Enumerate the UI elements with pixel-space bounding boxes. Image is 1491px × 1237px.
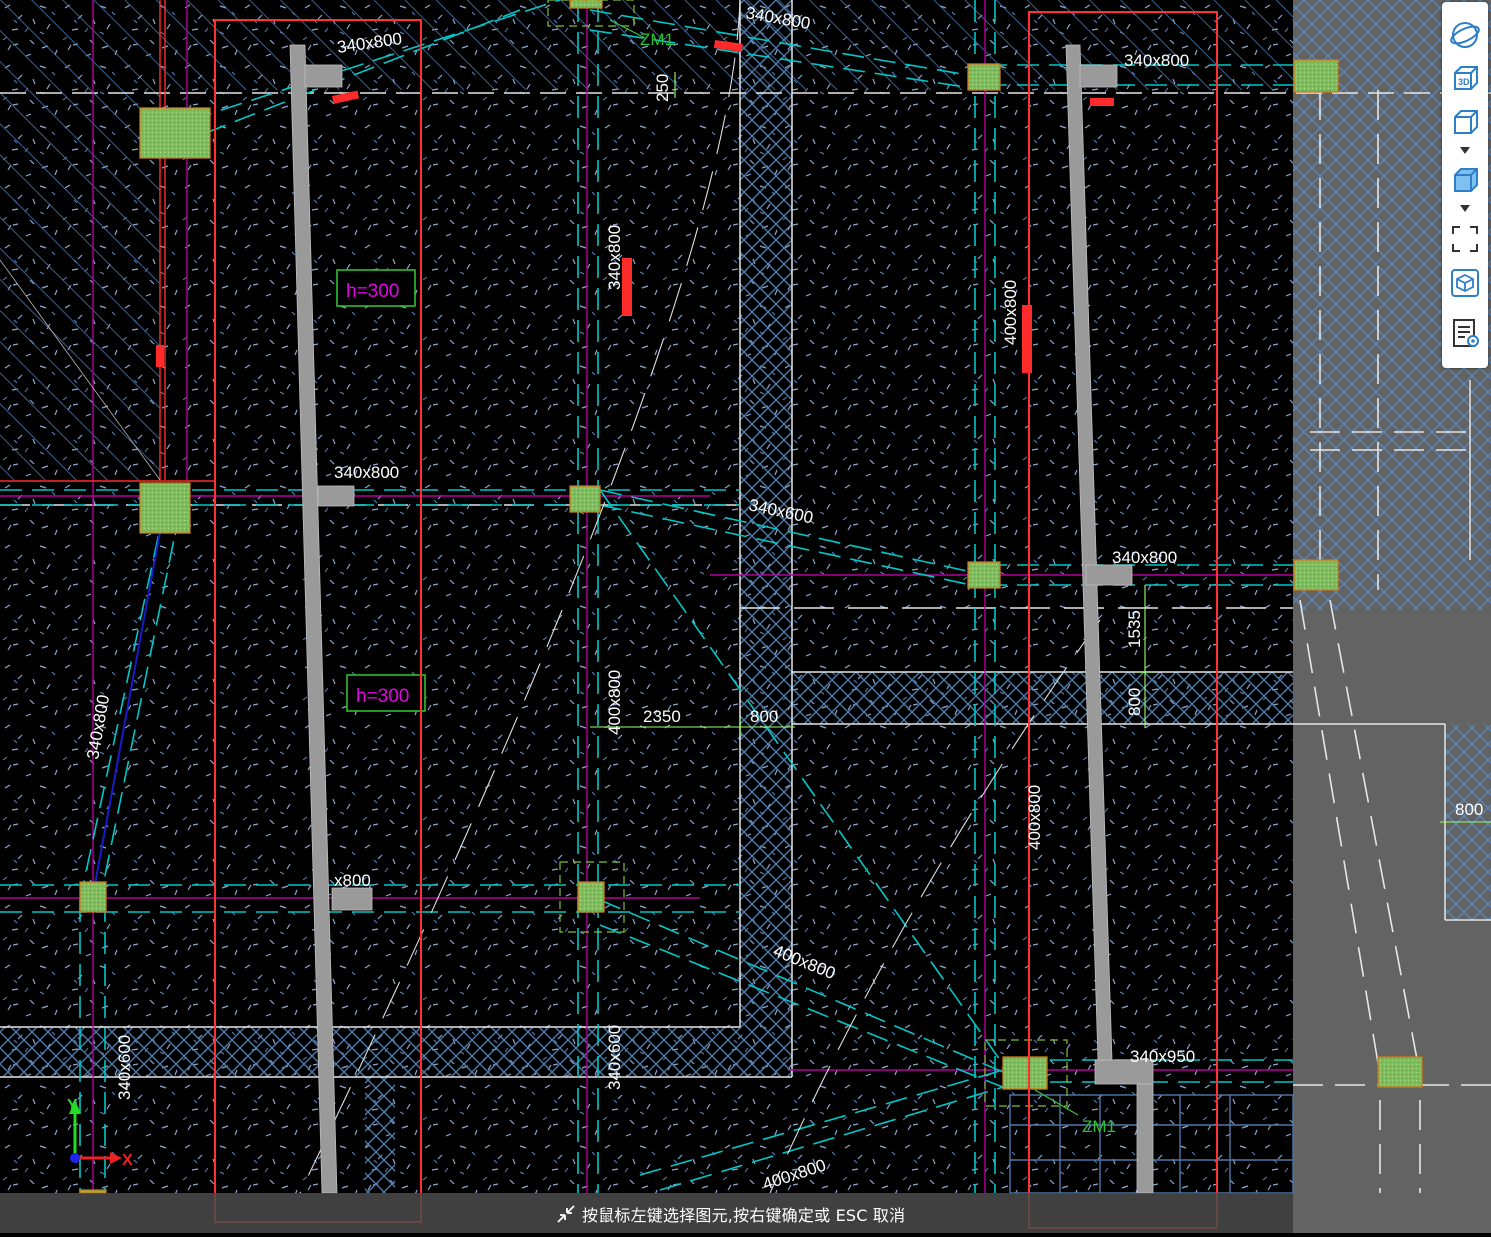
gray-area-right [1293, 610, 1491, 1233]
svg-text:3D: 3D [1458, 77, 1470, 87]
beam-stub [304, 64, 343, 88]
beam-label: 400x800 [1025, 785, 1044, 850]
cube-filled-icon [1454, 168, 1478, 192]
door-label: ZM1 [640, 30, 674, 49]
beam-label: 340x800 [1112, 548, 1177, 567]
beam-label: 400x800 [1001, 280, 1020, 345]
dimension-label: 1535 [1125, 610, 1144, 648]
column [569, 0, 603, 9]
component-view-icon [1451, 269, 1479, 297]
column [577, 881, 605, 913]
chevron-down-icon [1460, 205, 1470, 212]
chevron-down-icon [1460, 147, 1470, 154]
column [967, 561, 1001, 589]
axis-y-label: Y [67, 1097, 78, 1114]
column [1002, 1056, 1048, 1090]
door-label: ZM1 [1082, 1117, 1116, 1136]
beam-stub [1085, 564, 1133, 586]
display-settings-button[interactable] [1448, 316, 1482, 350]
beam-label: 340x600 [605, 1025, 624, 1090]
column [1293, 559, 1339, 591]
display-settings-icon [1453, 319, 1479, 347]
dimension-label: 800 [1125, 688, 1144, 716]
3d-view-button[interactable]: 3D [1448, 62, 1482, 96]
beam-stub [1079, 64, 1118, 88]
slab-thickness-label: h=300 [356, 686, 409, 707]
beam-stub [317, 485, 355, 507]
cube-outline-button[interactable] [1448, 106, 1482, 140]
fit-view-icon [1452, 226, 1478, 252]
3d-view-icon: 3D [1454, 66, 1478, 90]
select-cursor-icon [557, 1205, 575, 1223]
view-toolbar: 3D [1442, 2, 1488, 368]
cad-drawing[interactable]: 340x800 340x800 340x800 340x800 x800 340… [0, 0, 1491, 1233]
beam-label: 340x950 [1130, 1047, 1195, 1066]
dimension-label: 2350 [643, 707, 681, 726]
status-bar: 按鼠标左键选择图元,按右键确定或 ESC 取消 [0, 1193, 1293, 1233]
orbit-icon [1450, 22, 1480, 48]
column [967, 63, 1001, 91]
beam-stub [1136, 1083, 1154, 1194]
cube-filled-button[interactable] [1448, 164, 1482, 198]
column [1377, 1056, 1423, 1088]
column [139, 482, 191, 534]
cube-outline-icon [1454, 110, 1478, 134]
wall-weave-bottom-stub [365, 1077, 395, 1193]
beam-label: 340x800 [605, 225, 624, 290]
cube-filled-dropdown[interactable] [1459, 204, 1471, 214]
beam-label: x800 [334, 871, 371, 890]
beam-stub [331, 887, 373, 911]
dimension-label: 800 [750, 707, 778, 726]
dimension-label: 800 [1455, 800, 1483, 819]
column [569, 485, 601, 513]
column [1293, 59, 1339, 93]
column [79, 881, 107, 913]
cube-outline-dropdown[interactable] [1459, 146, 1471, 156]
beam-label: 340x800 [1124, 51, 1189, 70]
axis-x-label: X [122, 1152, 133, 1169]
status-prompt: 按鼠标左键选择图元,按右键确定或 ESC 取消 [582, 1206, 906, 1225]
fit-view-button[interactable] [1448, 222, 1482, 256]
beam-label: 400x800 [605, 670, 624, 735]
dimension-label: 250 [653, 74, 672, 102]
slab-thickness-label: h=300 [346, 281, 399, 302]
beam-label: 340x800 [334, 463, 399, 482]
cad-viewport[interactable]: 340x800 340x800 340x800 340x800 x800 340… [0, 0, 1491, 1233]
beam-label: 340x600 [115, 1035, 134, 1100]
diagonal-hatch-area [0, 0, 160, 480]
component-view-button[interactable] [1448, 266, 1482, 300]
column [139, 107, 211, 159]
orbit-button[interactable] [1448, 18, 1482, 52]
